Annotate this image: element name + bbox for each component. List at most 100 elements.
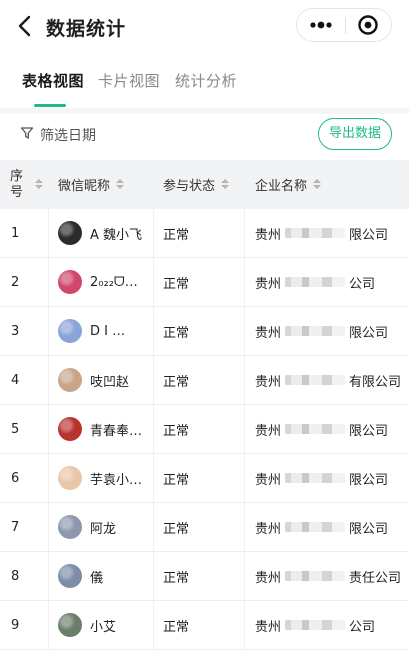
column-divider xyxy=(244,503,245,551)
nickname-text: 青春奉… xyxy=(90,423,143,439)
company-name-end: 限公司 xyxy=(349,423,389,439)
column-divider xyxy=(48,258,49,306)
table-row[interactable]: 5 青春奉… 正常 贵州 限公司 xyxy=(0,405,409,454)
redacted-blur xyxy=(285,571,346,581)
company-cell: 贵州 有限公司 xyxy=(255,356,409,404)
redacted-blur xyxy=(285,228,346,238)
table-row[interactable]: 4 吱凹赵 正常 贵州 有限公司 xyxy=(0,356,409,405)
filter-date-label[interactable]: 筛选日期 xyxy=(40,125,96,145)
nickname-cell: 小艾 xyxy=(58,601,148,649)
export-data-button[interactable]: 导出数据 xyxy=(318,118,392,150)
column-divider xyxy=(153,405,154,453)
table-row[interactable]: 9 小艾 正常 贵州 公司 xyxy=(0,601,409,650)
company-name-start: 贵州 xyxy=(255,472,282,488)
column-divider xyxy=(153,454,154,502)
table-row[interactable]: 7 阿龙 正常 贵州 限公司 xyxy=(0,503,409,552)
company-name-start: 贵州 xyxy=(255,374,282,390)
column-divider xyxy=(48,405,49,453)
company-name-start: 贵州 xyxy=(255,423,282,439)
more-dots-icon[interactable] xyxy=(297,9,345,41)
status-cell: 正常 xyxy=(163,423,190,439)
company-name-end: 公司 xyxy=(349,276,376,292)
nickname-cell: A 魏小飞 xyxy=(58,209,148,257)
nickname-text: 阿龙 xyxy=(90,521,117,537)
table-row[interactable]: 1 A 魏小飞 正常 贵州 限公司 xyxy=(0,209,409,258)
filter-icon[interactable] xyxy=(20,126,34,140)
company-cell: 贵州 责任公司 xyxy=(255,552,409,600)
nickname-cell: 芋袁小… xyxy=(58,454,148,502)
column-divider xyxy=(153,307,154,355)
column-divider xyxy=(153,503,154,551)
column-header-nickname[interactable]: 微信昵称 xyxy=(58,160,125,209)
column-header-status[interactable]: 参与状态 xyxy=(163,160,230,209)
row-index: 9 xyxy=(11,617,20,633)
nav-bar: 数据统计 xyxy=(0,0,409,54)
company-name-end: 限公司 xyxy=(349,325,389,341)
company-cell: 贵州 公司 xyxy=(255,258,409,306)
target-icon[interactable] xyxy=(346,9,392,41)
company-cell: 贵州 限公司 xyxy=(255,307,409,355)
column-header-company[interactable]: 企业名称 xyxy=(255,160,322,209)
status-cell: 正常 xyxy=(163,227,190,243)
company-name-start: 贵州 xyxy=(255,570,282,586)
back-arrow-icon[interactable] xyxy=(14,14,36,38)
company-name-start: 贵州 xyxy=(255,276,282,292)
nickname-text: 2₀₂₂ᗜ… xyxy=(90,274,138,290)
redacted-blur xyxy=(285,620,346,630)
row-index: 4 xyxy=(11,372,20,388)
column-divider xyxy=(244,258,245,306)
nickname-cell: 青春奉… xyxy=(58,405,148,453)
seq-header-text: 序 号 xyxy=(10,169,23,201)
sort-icon[interactable] xyxy=(221,178,230,191)
nickname-cell: 2₀₂₂ᗜ… xyxy=(58,258,148,306)
tab-statistics[interactable]: 统计分析 xyxy=(175,70,237,91)
nickname-text: 小艾 xyxy=(90,619,117,635)
company-name-start: 贵州 xyxy=(255,521,282,537)
company-name-end: 责任公司 xyxy=(349,570,402,586)
nickname-cell: 阿龙 xyxy=(58,503,148,551)
column-divider xyxy=(153,209,154,257)
table-row[interactable]: 6 芋袁小… 正常 贵州 限公司 xyxy=(0,454,409,503)
avatar xyxy=(58,515,82,539)
nickname-text: 儀 xyxy=(90,570,104,586)
column-header-label: 参与状态 xyxy=(163,179,216,194)
company-name-end: 限公司 xyxy=(349,472,389,488)
redacted-blur xyxy=(285,326,346,336)
company-cell: 贵州 限公司 xyxy=(255,405,409,453)
row-index: 8 xyxy=(11,568,20,584)
sort-icon[interactable] xyxy=(116,178,125,191)
company-name-end: 公司 xyxy=(349,619,376,635)
table-row[interactable]: 8 儀 正常 贵州 责任公司 xyxy=(0,552,409,601)
row-index: 7 xyxy=(11,519,20,535)
nickname-cell: 儀 xyxy=(58,552,148,600)
sort-icon[interactable] xyxy=(313,178,322,191)
tab-table-view[interactable]: 表格视图 xyxy=(22,70,84,91)
table-row[interactable]: 2 2₀₂₂ᗜ… 正常 贵州 公司 xyxy=(0,258,409,307)
status-cell: 正常 xyxy=(163,325,190,341)
tab-card-view[interactable]: 卡片视图 xyxy=(98,70,160,91)
row-index: 5 xyxy=(11,421,20,437)
redacted-blur xyxy=(285,375,346,385)
column-divider xyxy=(244,454,245,502)
column-divider xyxy=(153,258,154,306)
column-divider xyxy=(244,209,245,257)
nickname-cell: D I … xyxy=(58,307,148,355)
column-divider xyxy=(48,209,49,257)
sort-icon[interactable] xyxy=(35,178,43,191)
page-title: 数据统计 xyxy=(46,18,127,40)
column-divider xyxy=(48,552,49,600)
avatar xyxy=(58,368,82,392)
company-name-start: 贵州 xyxy=(255,227,282,243)
redacted-blur xyxy=(285,424,346,434)
column-divider xyxy=(153,601,154,649)
table-row[interactable]: 3 D I … 正常 贵州 限公司 xyxy=(0,307,409,356)
column-divider xyxy=(244,307,245,355)
row-index: 6 xyxy=(11,470,20,486)
column-divider xyxy=(48,503,49,551)
column-divider xyxy=(153,356,154,404)
company-name-start: 贵州 xyxy=(255,325,282,341)
column-header-index[interactable]: 序 号 xyxy=(10,160,43,209)
row-index: 1 xyxy=(11,225,20,241)
company-cell: 贵州 限公司 xyxy=(255,503,409,551)
column-header-label: 微信昵称 xyxy=(58,179,111,194)
